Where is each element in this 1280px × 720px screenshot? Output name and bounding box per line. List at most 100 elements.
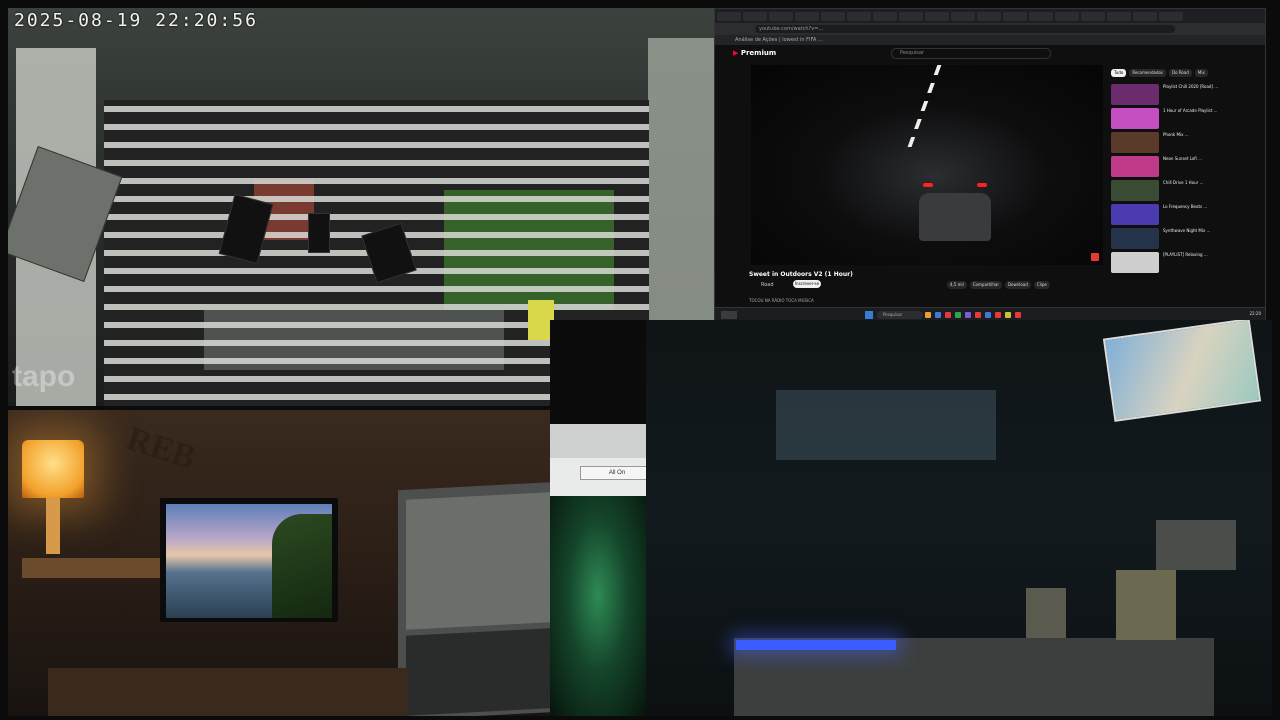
- app-icon[interactable]: [995, 312, 1001, 318]
- browser-tab[interactable]: [769, 11, 793, 21]
- browser-tab[interactable]: [847, 11, 871, 21]
- taskbar-search[interactable]: Pesquisar: [877, 311, 923, 319]
- tail-light: [923, 183, 933, 187]
- recommendation-item[interactable]: Lo Frequency Beats ...: [1111, 203, 1261, 226]
- palm-tree: [272, 514, 332, 618]
- desk-item: [1156, 520, 1236, 570]
- hanging-object: [308, 213, 330, 253]
- video-description[interactable]: TOCOU NA RÁDIO TOCA MÚSICA: [749, 298, 814, 303]
- monitor-secondary: [398, 481, 550, 716]
- browser-tab[interactable]: [977, 11, 1001, 21]
- chip-recommended[interactable]: Recomendados: [1129, 69, 1167, 77]
- recommendation-title[interactable]: [PLAYLIST] Relaxing ...: [1163, 252, 1255, 274]
- recommendation-title[interactable]: Chill Drive 1 Hour ...: [1163, 180, 1255, 202]
- window-reflection: [776, 390, 996, 460]
- secondary-screen-lower: [406, 628, 550, 716]
- url-field[interactable]: youtube.com/watch?v=...: [755, 25, 1175, 33]
- recommendation-title[interactable]: Synthwave Night Mix ...: [1163, 228, 1255, 250]
- weather-widget[interactable]: [721, 311, 737, 319]
- camera-feed-room-desk: REB: [8, 410, 550, 716]
- start-icon[interactable]: [865, 311, 873, 319]
- recommendation-thumbnail[interactable]: [1111, 252, 1159, 273]
- video-actions: 4,5 mil Compartilhar Download Clipe: [947, 281, 1050, 289]
- recommendation-title[interactable]: Lo Frequency Beats ...: [1163, 204, 1255, 226]
- share-button[interactable]: Compartilhar: [969, 281, 1002, 289]
- address-bar: youtube.com/watch?v=...: [715, 23, 1265, 35]
- recommendation-title[interactable]: Neon Sunset Lofi ...: [1163, 156, 1255, 178]
- browser-tab[interactable]: [821, 11, 845, 21]
- subscribe-button[interactable]: Inscrever-se: [793, 280, 821, 288]
- recommendation-item[interactable]: [PLAYLIST] Relaxing ...: [1111, 251, 1261, 274]
- app-icon[interactable]: [1015, 312, 1021, 318]
- browser-tab[interactable]: [717, 11, 741, 21]
- recommendation-item[interactable]: Phonk Mix ...: [1111, 131, 1261, 154]
- app-icon[interactable]: [955, 312, 961, 318]
- wall-poster-text: REB: [122, 420, 201, 477]
- camera-feed-green-light: [550, 496, 646, 716]
- taskbar-clock[interactable]: 22:20: [1249, 311, 1261, 316]
- app-icon[interactable]: [925, 312, 931, 318]
- browser-tab[interactable]: [1159, 11, 1183, 21]
- browser-tab[interactable]: [873, 11, 897, 21]
- wallpaper-screen: [166, 504, 332, 618]
- browser-tab[interactable]: [951, 11, 975, 21]
- recommendation-thumbnail[interactable]: [1111, 132, 1159, 153]
- camera-feed-dark-room: [646, 320, 1272, 716]
- record-icon: [1091, 253, 1099, 261]
- recommendation-thumbnail[interactable]: [1111, 204, 1159, 225]
- browser-tab[interactable]: [1003, 11, 1027, 21]
- chip-all[interactable]: Tudo: [1111, 69, 1127, 77]
- browser-tab[interactable]: [1029, 11, 1053, 21]
- youtube-logo[interactable]: ▶ Premium: [733, 49, 776, 57]
- browser-tab[interactable]: [1055, 11, 1079, 21]
- browser-tab[interactable]: [795, 11, 819, 21]
- like-button[interactable]: 4,5 mil: [947, 281, 967, 289]
- chip-channel[interactable]: Do Road: [1169, 69, 1192, 77]
- recommendations-list: Playlist Chill 2020 [Road] ... 1 Hour of …: [1111, 83, 1261, 275]
- browser-tab[interactable]: [899, 11, 923, 21]
- recommendation-title[interactable]: 1 Hour of Arcade Playlist ...: [1163, 108, 1255, 130]
- youtube-search-input[interactable]: Pesquisar: [891, 48, 1051, 59]
- road-lines: [904, 65, 942, 155]
- camera-watermark: tapo: [12, 360, 76, 393]
- app-icon[interactable]: [975, 312, 981, 318]
- chip-mix[interactable]: Mix: [1194, 69, 1208, 77]
- download-button[interactable]: Download: [1004, 281, 1031, 289]
- camera-timestamp: 2025-08-19 22:20:56: [14, 10, 258, 31]
- video-player[interactable]: [751, 65, 1103, 265]
- all-on-button[interactable]: All On: [580, 466, 654, 480]
- browser-tab[interactable]: [1133, 11, 1157, 21]
- app-icon[interactable]: [965, 312, 971, 318]
- clip-button[interactable]: Clipe: [1033, 281, 1050, 289]
- wall-photo: [1102, 320, 1262, 422]
- monitor-landscape: [160, 498, 338, 622]
- tab-bar[interactable]: [715, 9, 1265, 23]
- recommendation-thumbnail[interactable]: [1111, 156, 1159, 177]
- side-table: [22, 558, 162, 578]
- desk-surface: [48, 668, 408, 716]
- recommendation-thumbnail[interactable]: [1111, 180, 1159, 201]
- blue-led-strip: [736, 640, 896, 650]
- recommendation-item[interactable]: Synthwave Night Mix ...: [1111, 227, 1261, 250]
- recommendation-item[interactable]: Neon Sunset Lofi ...: [1111, 155, 1261, 178]
- app-icon[interactable]: [935, 312, 941, 318]
- bookmarks-bar[interactable]: Análise de Ações | lowest in FIFA ...: [715, 35, 1265, 45]
- recommendation-thumbnail[interactable]: [1111, 228, 1159, 249]
- recommendation-item[interactable]: 1 Hour of Arcade Playlist ...: [1111, 107, 1261, 130]
- browser-tab[interactable]: [1107, 11, 1131, 21]
- browser-tab[interactable]: [925, 11, 949, 21]
- app-icon[interactable]: [985, 312, 991, 318]
- browser-tab[interactable]: [1081, 11, 1105, 21]
- channel-name[interactable]: Road: [761, 282, 774, 288]
- recommendation-item[interactable]: Playlist Chill 2020 [Road] ...: [1111, 83, 1261, 106]
- app-icon[interactable]: [1005, 312, 1011, 318]
- recommendation-thumbnail[interactable]: [1111, 84, 1159, 105]
- recommendation-title[interactable]: Playlist Chill 2020 [Road] ...: [1163, 84, 1255, 106]
- recommendation-item[interactable]: Chill Drive 1 Hour ...: [1111, 179, 1261, 202]
- filter-chips: Tudo Recomendados Do Road Mix: [1111, 69, 1208, 77]
- table-lamp: [22, 440, 84, 498]
- recommendation-thumbnail[interactable]: [1111, 108, 1159, 129]
- recommendation-title[interactable]: Phonk Mix ...: [1163, 132, 1255, 154]
- browser-tab[interactable]: [743, 11, 767, 21]
- app-icon[interactable]: [945, 312, 951, 318]
